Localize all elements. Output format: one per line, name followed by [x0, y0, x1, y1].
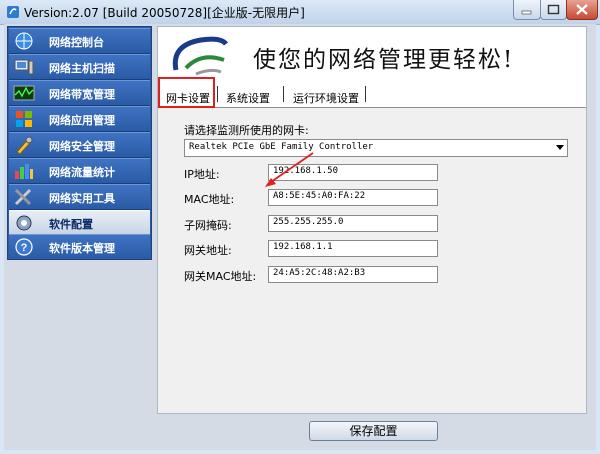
tab-bar: 网卡设置 系统设置 运行环境设置 [158, 83, 586, 108]
sidebar-item-label: 网络主机扫描 [49, 62, 115, 75]
nic-prompt: 请选择监测所使用的网卡: [184, 124, 309, 137]
minimize-icon [521, 10, 532, 15]
subnet-field[interactable]: 255.255.255.0 [268, 215, 438, 232]
tab-runtime-settings[interactable]: 运行环境设置 [288, 86, 364, 106]
save-config-button[interactable]: 保存配置 [309, 421, 438, 441]
maximize-icon [547, 4, 560, 15]
main-panel: 使您的网络管理更轻松! 网卡设置 系统设置 运行环境设置 请选择监测所使用的网卡… [157, 26, 587, 414]
tab-label: 运行环境设置 [293, 92, 359, 105]
sidebar-item-security[interactable]: 网络安全管理 [9, 132, 150, 158]
sidebar-item-label: 网络带宽管理 [49, 88, 115, 101]
sidebar-item-traffic-stats[interactable]: 网络流量统计 [9, 158, 150, 184]
sidebar-item-version-management[interactable]: ? 软件版本管理 [9, 234, 150, 260]
sidebar-item-label: 软件版本管理 [49, 242, 115, 255]
network-console-icon [15, 32, 33, 50]
ip-field[interactable]: 192.168.1.50 [268, 164, 438, 181]
maximize-button[interactable] [540, 0, 567, 20]
highlight-box [158, 77, 215, 108]
sidebar-item-label: 网络流量统计 [49, 166, 115, 179]
sidebar-item-bandwidth[interactable]: 网络带宽管理 [9, 80, 150, 106]
tab-divider [365, 86, 366, 102]
traffic-stats-icon [15, 164, 33, 179]
tab-divider [283, 86, 284, 102]
window-title: Version:2.07 [Build 20050728][企业版-无限用户] [24, 6, 305, 20]
mac-label: MAC地址: [184, 193, 235, 206]
close-button[interactable] [566, 0, 598, 20]
gateway-label: 网关地址: [184, 244, 232, 257]
nic-select-value: Realtek PCIe GbE Family Controller [189, 142, 374, 152]
tab-system-settings[interactable]: 系统设置 [222, 86, 278, 106]
security-icon [16, 136, 33, 155]
host-scan-icon [14, 59, 34, 75]
sidebar-item-network-console[interactable]: 网络控制台 [9, 28, 150, 54]
app-icon [7, 6, 19, 18]
dropdown-arrow-icon[interactable] [556, 145, 564, 150]
tools-icon [14, 188, 32, 206]
bandwidth-icon [13, 85, 35, 101]
title-bar: Version:2.07 [Build 20050728][企业版-无限用户] [0, 0, 600, 25]
gateway-field[interactable]: 192.168.1.1 [268, 240, 438, 257]
sidebar-item-label: 网络安全管理 [49, 140, 115, 153]
gateway-value: 192.168.1.1 [273, 242, 333, 252]
tab-divider [217, 86, 218, 102]
banner: 使您的网络管理更轻松! [158, 27, 586, 84]
sidebar: 网络控制台 网络主机扫描 网络带宽管理 网络应用管理 网络安全管理 网络流量统计… [7, 26, 152, 260]
svg-text:?: ? [21, 242, 28, 254]
close-icon [576, 4, 588, 15]
gateway-mac-field[interactable]: 24:A5:2C:48:A2:B3 [268, 266, 438, 283]
nic-select[interactable]: Realtek PCIe GbE Family Controller [184, 139, 568, 157]
settings-icon [16, 215, 32, 231]
sidebar-item-tools[interactable]: 网络实用工具 [9, 184, 150, 210]
mac-value: A8:5E:45:A0:FA:22 [273, 191, 366, 201]
sidebar-item-label: 网络应用管理 [49, 114, 115, 127]
ip-value: 192.168.1.50 [273, 166, 339, 176]
gateway-mac-value: 24:A5:2C:48:A2:B3 [273, 268, 366, 278]
mac-field[interactable]: A8:5E:45:A0:FA:22 [268, 189, 438, 206]
banner-slogan: 使您的网络管理更轻松! [253, 47, 515, 73]
tab-label: 系统设置 [226, 92, 270, 105]
ip-label: IP地址: [184, 168, 220, 181]
minimize-button[interactable] [513, 0, 541, 20]
sidebar-item-label: 网络控制台 [49, 36, 104, 49]
sidebar-item-host-scan[interactable]: 网络主机扫描 [9, 54, 150, 80]
help-icon: ? [15, 238, 33, 256]
sidebar-item-app-management[interactable]: 网络应用管理 [9, 106, 150, 132]
app-management-icon [16, 111, 32, 127]
subnet-label: 子网掩码: [184, 219, 232, 232]
sidebar-item-software-config[interactable]: 软件配置 [9, 210, 150, 236]
sidebar-item-label: 软件配置 [49, 218, 93, 231]
gateway-mac-label: 网关MAC地址: [184, 270, 257, 283]
sidebar-item-label: 网络实用工具 [49, 192, 115, 205]
subnet-value: 255.255.255.0 [273, 217, 344, 227]
logo-icon [172, 36, 229, 76]
nic-settings-panel: 请选择监测所使用的网卡: Realtek PCIe GbE Family Con… [162, 111, 582, 409]
